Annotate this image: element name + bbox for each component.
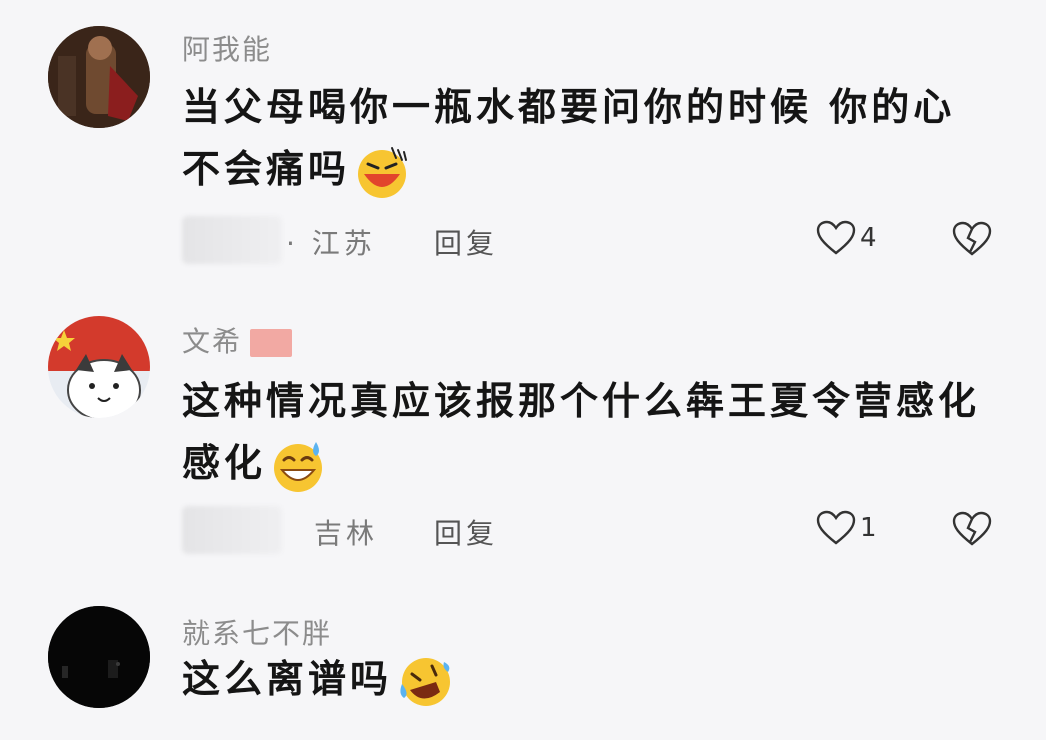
flag-icon [250, 329, 293, 357]
blurred-timestamp [182, 506, 282, 554]
location: 吉林 [314, 517, 379, 550]
comment-text-content: 这么离谱吗 [182, 657, 393, 701]
laughing-tears-emoji [358, 146, 408, 198]
heart-outline-icon [816, 510, 856, 545]
avatar[interactable] [48, 316, 150, 418]
comment-text: 这么离谱吗 [182, 648, 992, 710]
dislike-button[interactable] [952, 510, 992, 552]
rolling-laughing-emoji [400, 657, 451, 706]
username[interactable]: 阿我能 [182, 28, 272, 68]
comment-item: 阿我能 当父母喝你一瓶水都要问你的时候 你的心不会痛吗 · 江苏 回复 4 [0, 18, 1046, 288]
location: · 江苏 [286, 227, 376, 260]
like-count: 1 [860, 513, 877, 543]
like-count: 4 [860, 223, 877, 253]
broken-heart-icon [952, 511, 992, 546]
comment-item: 就系七不胖 这么离谱吗 [0, 598, 1046, 738]
comment-meta: · 江苏 回复 4 [182, 216, 1002, 266]
comment-text: 当父母喝你一瓶水都要问你的时候 你的心不会痛吗 [182, 76, 992, 200]
like-button[interactable]: 1 [816, 510, 877, 550]
username-text: 文希 [182, 325, 243, 358]
comment-item: 文希 这种情况真应该报那个什么犇王夏令营感化感化 吉林 回复 1 [0, 310, 1046, 580]
avatar[interactable] [48, 26, 150, 128]
comment-text-content: 当父母喝你一瓶水都要问你的时候 你的心不会痛吗 [182, 85, 956, 191]
grinning-sweat-emoji [274, 441, 323, 492]
comment-meta: 吉林 回复 1 [182, 506, 1002, 556]
reply-button[interactable]: 回复 [434, 222, 498, 262]
broken-heart-icon [952, 221, 992, 256]
avatar[interactable] [48, 606, 150, 708]
reply-button[interactable]: 回复 [434, 512, 498, 552]
username[interactable]: 文希 [182, 320, 293, 360]
heart-outline-icon [816, 220, 856, 255]
dislike-button[interactable] [952, 220, 992, 262]
like-button[interactable]: 4 [816, 220, 877, 260]
username[interactable]: 就系七不胖 [182, 612, 332, 652]
blurred-timestamp [182, 216, 282, 264]
comment-text: 这种情况真应该报那个什么犇王夏令营感化感化 [182, 370, 992, 494]
